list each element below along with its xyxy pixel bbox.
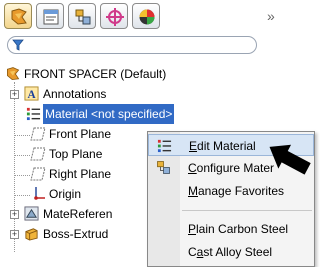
material-icon [26, 107, 41, 121]
filter-funnel-icon [12, 39, 24, 51]
configuration-icon [75, 9, 91, 25]
material-label: Material <not specified> [43, 104, 175, 124]
expand-plus-icon[interactable]: + [10, 230, 19, 239]
svg-text:A: A [27, 89, 36, 101]
material-icon [157, 139, 172, 153]
tree-connector [14, 195, 30, 196]
expand-plus-icon[interactable]: + [10, 90, 19, 99]
menu-item-manage-favorites[interactable]: Manage Favorites [148, 180, 314, 202]
feature-tree-icon [11, 8, 27, 25]
tree-filter-input[interactable] [7, 36, 257, 54]
tree-connector [14, 175, 30, 176]
appearance-sphere-icon [139, 9, 155, 25]
annotations-icon: A [24, 86, 39, 101]
expand-plus-icon[interactable]: + [10, 210, 19, 219]
configuration-manager-tab[interactable] [68, 3, 96, 29]
part-icon [7, 67, 20, 81]
property-manager-icon [43, 9, 59, 25]
configuration-icon [157, 161, 170, 174]
tree-connector [14, 155, 30, 156]
menu-item-plain-carbon-steel[interactable]: Plain Carbon Steel [148, 218, 314, 240]
tree-root-label: FRONT SPACER (Default) [24, 67, 167, 81]
mate-references-icon [24, 206, 39, 221]
tree-connector [14, 135, 30, 136]
plane-icon [30, 167, 46, 181]
menu-item-cast-alloy-steel[interactable]: Cast Alloy Steel [148, 241, 314, 263]
feature-manager-toolbar: » [0, 0, 315, 34]
property-manager-tab[interactable] [36, 3, 64, 29]
tree-connector [14, 82, 15, 252]
origin-icon [34, 187, 45, 200]
crosshair-target-icon [106, 8, 124, 26]
display-manager-tab[interactable] [132, 3, 160, 29]
more-tabs-chevron[interactable]: » [267, 8, 275, 24]
plane-icon [30, 127, 46, 141]
pointer-arrow-icon [269, 144, 311, 175]
boss-extrude-icon [25, 228, 38, 241]
plane-icon [30, 147, 46, 161]
feature-manager-tab[interactable] [4, 3, 32, 29]
menu-separator [182, 210, 312, 211]
dimxpert-manager-tab[interactable] [100, 3, 128, 29]
